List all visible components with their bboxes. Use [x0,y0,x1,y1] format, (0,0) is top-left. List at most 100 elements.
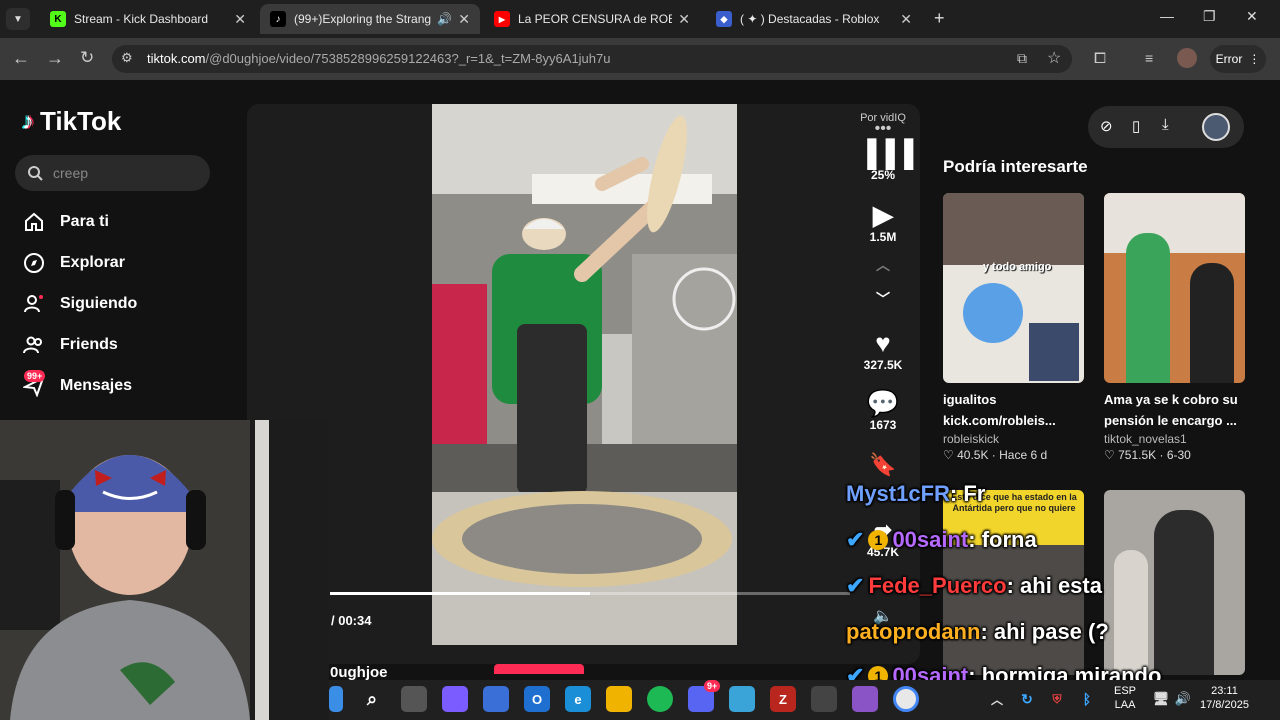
tab-roblox[interactable]: ◆ ( ✦ ) Destacadas - Roblox ✕ [706,4,922,34]
search-value: creep [53,165,89,181]
views-counter: ▶ 1.5M [858,200,908,244]
tab-search-button[interactable]: ▼ [6,8,30,30]
nav-mensajes[interactable]: 99+ Mensajes [22,370,133,398]
video-author[interactable]: 0ughjoe [330,664,388,681]
more-menu-icon: ⋮ [1248,52,1261,66]
play-icon: ▶ [873,200,893,230]
edge-icon[interactable]: e [565,686,591,712]
taskbar-search-icon[interactable]: ⌕ [359,686,385,712]
nav-friends[interactable]: Friends [22,333,118,357]
forward-icon[interactable]: → [46,48,64,69]
like-button[interactable]: ♥ 327.5K [858,328,908,372]
chevron-down-icon: ﹀ [876,291,890,307]
vidiq-widget[interactable]: Por vidIQ ••• [858,112,908,137]
download-icon[interactable]: ⤓ [1162,116,1169,133]
file-explorer-icon[interactable] [606,686,632,712]
thumb-person-kid [1190,263,1234,383]
speaker-icon[interactable]: 🔊 [437,12,452,26]
system-clock[interactable]: 23:11 17/8/2025 [1200,684,1249,712]
roblox-icon: ◆ [716,11,732,27]
recommendation-caption: Ama ya se k cobro su [1104,392,1238,407]
discord-icon[interactable]: 9+ [688,680,721,712]
user-avatar[interactable] [1202,113,1230,141]
comment-button[interactable]: 💬 1673 [858,388,908,432]
tab-youtube-video[interactable]: ▶ La PEOR CENSURA de ROBLOX ✕ [484,4,700,34]
chat-message: ✔ Fede_Puerco: ahi esta [846,573,1102,599]
nav-siguiendo[interactable]: Siguiendo [22,292,137,316]
follow-button[interactable] [494,664,584,674]
tab-kick-dashboard[interactable]: K Stream - Kick Dashboard ✕ [40,4,256,34]
webcam-overlay [0,420,329,720]
chat-message: Myst1cFR: Fr [846,481,985,507]
store-icon[interactable] [483,686,509,712]
security-icon[interactable]: ⛨ [1044,686,1070,712]
reload-icon[interactable]: ↻ [80,48,94,68]
sync-icon[interactable]: ↻ [1014,686,1040,712]
nav-label: Para ti [60,213,109,230]
thumb-sky [1104,193,1245,253]
recommendation-likes: 40.5K [957,448,989,462]
recommendation-thumbnail[interactable]: y todo amigo [943,193,1084,383]
minimize-icon[interactable]: — [1160,8,1174,24]
recommendation-thumbnail[interactable] [1104,193,1245,383]
previous-video-button[interactable]: ︿ [858,255,908,275]
recommendation-card[interactable]: y todo amigo igualitos kick.com/robleis.… [943,193,1084,462]
device-icon[interactable]: ▯ [1132,117,1140,135]
recommendation-author[interactable]: robleiskick [943,432,1084,446]
video-frame [432,104,737,645]
search-input[interactable]: creep [15,155,210,191]
extensions-icon[interactable]: ⧠ [1094,50,1106,67]
recommendation-card[interactable] [1104,490,1245,675]
recommendation-card[interactable]: Ama ya se k cobro su pensión le encargo … [1104,193,1245,462]
error-button[interactable]: Error ⋮ [1210,45,1266,73]
install-app-icon[interactable]: ⧉ [1017,50,1027,67]
bluetooth-icon[interactable]: ᛒ [1074,686,1100,712]
task-view-icon[interactable] [401,686,427,712]
nav-para-ti[interactable]: Para ti [22,210,109,234]
app-icon[interactable] [852,686,878,712]
obs-icon[interactable] [811,686,837,712]
comments-count: 1673 [869,418,897,432]
new-tab-button[interactable]: + [934,8,945,29]
close-tab-icon[interactable]: ✕ [678,11,690,28]
vidiq-stats[interactable]: ▐▐▐ 25% [858,138,913,182]
recommendation-caption-line2: kick.com/robleis... [943,413,1056,428]
nav-explorar[interactable]: Explorar [22,251,125,275]
video-progress-bar[interactable] [330,592,850,595]
friends-icon [22,333,46,357]
media-controls-icon[interactable]: ≡ [1145,50,1153,66]
recommendation-thumbnail[interactable] [1104,490,1245,675]
bookmark-star-icon[interactable]: ☆ [1047,48,1061,68]
tab-tiktok-video[interactable]: ♪ (99+)Exploring the Strange 🔊 ✕ [260,4,480,34]
chrome-icon[interactable] [893,686,919,712]
filezilla-icon[interactable]: Z [770,686,796,712]
site-info-icon[interactable]: ⚙ [121,50,133,66]
save-button[interactable]: 🔖 [858,450,908,480]
profile-avatar[interactable] [1177,48,1197,68]
video-player[interactable] [432,104,737,645]
notepad-icon[interactable] [729,686,755,712]
tray-chevron-icon[interactable]: ︿ [984,686,1010,712]
close-window-icon[interactable]: ✕ [1246,8,1258,25]
windows-start-icon[interactable] [329,686,343,712]
outlook-icon[interactable]: O [524,686,550,712]
tiktok-logo[interactable]: ♪ TikTok [22,106,121,137]
copilot-icon[interactable] [442,686,468,712]
close-tab-icon[interactable]: ✕ [900,11,912,28]
next-video-button[interactable]: ﹀ [858,289,908,309]
restore-icon[interactable]: ❐ [1203,8,1216,25]
chat-username: patoprodann [846,619,981,644]
coins-icon[interactable]: ⊘ [1100,117,1113,135]
spotify-icon[interactable] [647,686,673,712]
volume-tray-icon[interactable]: 🔊 [1170,686,1196,712]
tiktok-icon: ♪ [270,11,286,27]
language-indicator[interactable]: ESP LAA [1114,684,1136,712]
recommendation-author[interactable]: tiktok_novelas1 [1104,432,1245,446]
chat-username: Fede_Puerco [868,573,1007,598]
back-icon[interactable]: ← [12,48,30,69]
nav-label: Mensajes [60,377,133,394]
verified-icon: ✔ [846,527,865,552]
close-tab-icon[interactable]: ✕ [458,11,470,28]
close-tab-icon[interactable]: ✕ [234,11,246,28]
tiktok-note-icon: ♪ [22,107,34,135]
